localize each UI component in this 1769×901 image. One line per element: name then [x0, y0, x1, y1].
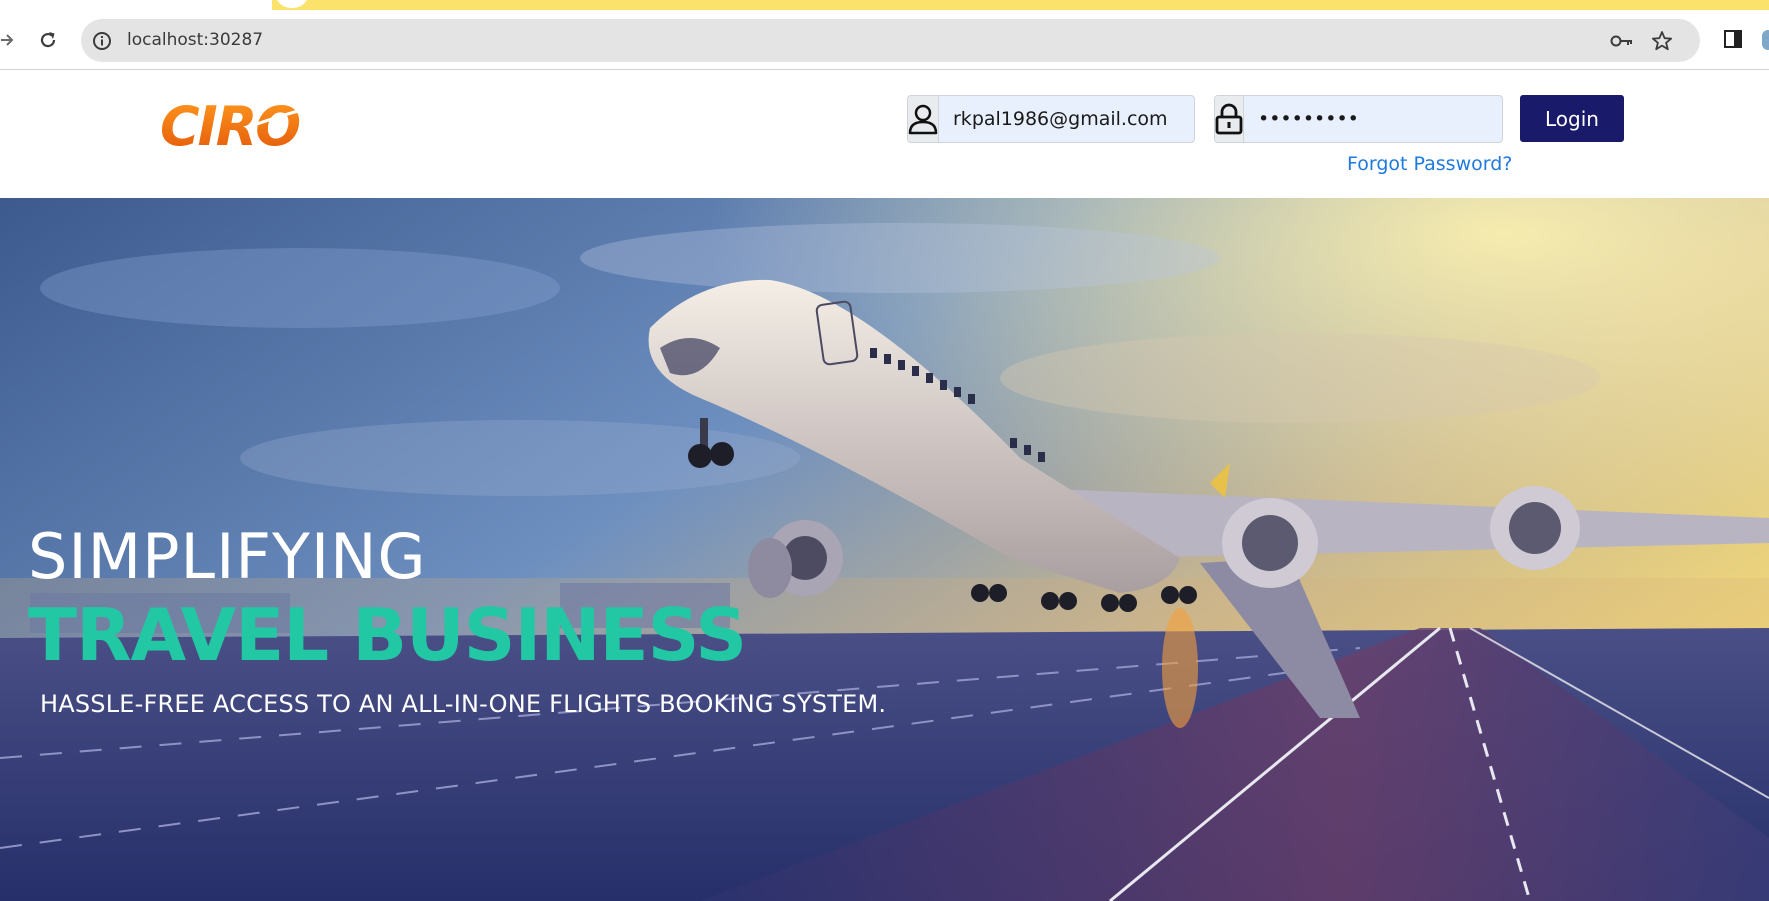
email-field[interactable] [907, 95, 1195, 143]
hero-line-3: HASSLE-FREE ACCESS TO AN ALL-IN-ONE FLIG… [40, 690, 887, 718]
password-input[interactable] [1244, 96, 1502, 142]
email-input[interactable] [939, 96, 1194, 142]
site-header: CIRO Login Forgot Password? [0, 70, 1769, 198]
login-button[interactable]: Login [1520, 95, 1624, 142]
profile-avatar-edge[interactable] [1762, 30, 1769, 50]
hero-line-2: TRAVEL BUSINESS [28, 593, 747, 677]
key-icon[interactable] [1610, 30, 1634, 52]
address-bar[interactable]: localhost:30287 [81, 19, 1700, 62]
site-info-icon[interactable] [91, 30, 113, 52]
back-arrow-icon[interactable] [0, 28, 16, 52]
star-icon[interactable] [1650, 29, 1674, 53]
side-panel-icon[interactable] [1722, 28, 1744, 50]
notification-banner [272, 0, 1769, 10]
url-text[interactable]: localhost:30287 [127, 30, 263, 50]
logo-wordmark: CIRO [160, 95, 299, 155]
lock-icon [1215, 96, 1244, 142]
reload-icon[interactable] [36, 28, 60, 52]
browser-toolbar: localhost:30287 [0, 0, 1769, 70]
forgot-password-link[interactable]: Forgot Password? [1347, 153, 1512, 175]
ciro-logo[interactable]: CIRO [158, 95, 314, 158]
password-field[interactable] [1214, 95, 1503, 143]
hero-banner: SIMPLIFYING TRAVEL BUSINESS HASSLE-FREE … [0, 198, 1769, 901]
user-icon [908, 96, 939, 142]
hero-line-1: SIMPLIFYING [28, 520, 427, 593]
